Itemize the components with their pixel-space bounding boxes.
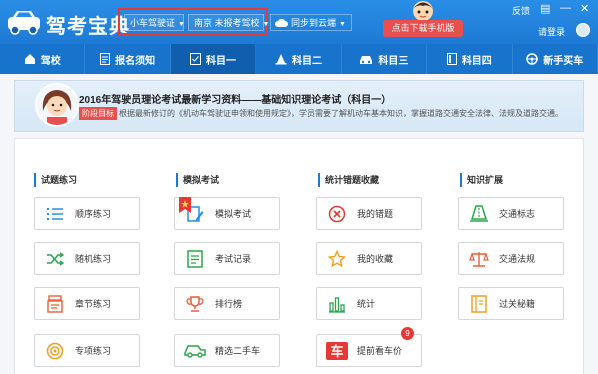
banner-title: 2016年驾驶员理论考试最新学习资料——基础知识理论考试（科目一） — [79, 95, 392, 106]
button-label: 专项练习 — [75, 346, 112, 356]
nav-label: 驾校 — [40, 55, 61, 67]
bookmark-star-icon — [179, 197, 191, 213]
home-icon — [24, 54, 35, 64]
used-car-button[interactable]: 精选二手车 — [174, 334, 280, 367]
button-label: 我的收藏 — [357, 254, 394, 264]
instructor-avatar — [35, 83, 79, 127]
mock-exam-button[interactable]: 模拟考试 — [174, 197, 280, 230]
sequential-practice-button[interactable]: 顺序练习 — [34, 197, 140, 230]
exam-record-button[interactable]: 考试记录 — [174, 242, 280, 275]
sync-cloud-button[interactable]: 同步到云端 ▼ — [270, 14, 352, 31]
nav-label: 科目二 — [291, 55, 322, 67]
section-title-mock-exam: 模拟考试 — [176, 173, 219, 187]
button-label: 排行榜 — [215, 299, 243, 309]
nav-item-subject-three[interactable]: 科目三 — [342, 44, 428, 74]
button-label: 过关秘籍 — [499, 299, 536, 309]
sync-label: 同步到云端 — [291, 18, 337, 28]
button-label: 章节练习 — [75, 299, 112, 309]
cloud-icon — [275, 18, 288, 27]
login-link[interactable]: 请登录 — [538, 25, 565, 38]
cone-icon — [275, 54, 287, 65]
nav-item-subject-four[interactable]: 科目四 — [427, 44, 513, 74]
chevron-down-icon: ▼ — [339, 21, 346, 28]
bar-chart-icon — [329, 296, 345, 313]
location-dropdown[interactable]: 南京 未报考驾校 ▼ — [188, 14, 269, 31]
document-icon — [100, 53, 111, 65]
app-logo-icon — [8, 11, 40, 35]
car-price-icon: 车 — [326, 341, 348, 360]
car-icon — [360, 55, 373, 64]
nav-label: 新手买车 — [543, 55, 584, 67]
chapter-practice-button[interactable]: 章节练习 — [34, 287, 140, 320]
section-title-stats: 统计错题收藏 — [318, 173, 379, 187]
button-label: 顺序练习 — [75, 209, 112, 219]
instructor-avatar-icon — [37, 85, 77, 125]
used-car-icon — [184, 344, 206, 358]
chevron-down-icon: ▼ — [178, 21, 185, 28]
checklist-icon — [190, 53, 202, 65]
button-label: 提前看车价 — [357, 346, 403, 356]
random-practice-button[interactable]: 随机练习 — [34, 242, 140, 275]
section-title-knowledge: 知识扩展 — [460, 173, 503, 187]
menu-icon[interactable]: ▤ — [540, 2, 550, 15]
nav-label: 报名须知 — [115, 55, 156, 67]
traffic-signs-button[interactable]: 交通标志 — [458, 197, 564, 230]
user-avatar-icon[interactable] — [576, 23, 590, 37]
nav-item-registration[interactable]: 报名须知 — [85, 44, 171, 74]
main-nav: 驾校 报名须知 科目一 科目二 科目三 科目四 新手买车 — [0, 44, 598, 74]
stage-goal-badge: 阶段目标 — [79, 107, 117, 120]
button-label: 交通法规 — [499, 254, 536, 264]
download-mobile-button[interactable]: 点击下载手机版 — [383, 20, 463, 37]
traffic-sign-icon — [470, 204, 488, 222]
target-icon — [46, 342, 64, 359]
feedback-link[interactable]: 反馈 — [512, 4, 530, 17]
location-label: 南京 未报考驾校 — [194, 18, 260, 28]
button-label: 交通标志 — [499, 209, 536, 219]
banner-description: 根据最新修订的《机动车驾驶证申领和使用规定》，学员需要了解机动车基本知识，掌握道… — [119, 109, 563, 118]
nav-item-driving-school[interactable]: 驾校 — [0, 44, 86, 74]
svg-text:车: 车 — [330, 344, 343, 360]
list-icon — [47, 207, 63, 220]
my-wrong-questions-button[interactable]: 我的错题 — [316, 197, 422, 230]
record-icon — [187, 249, 203, 268]
minimize-icon[interactable]: — — [560, 2, 571, 14]
law-scale-icon — [469, 251, 489, 267]
button-label: 考试记录 — [215, 254, 252, 264]
nav-item-subject-one[interactable]: 科目一 — [170, 44, 257, 74]
nav-label: 科目三 — [378, 55, 409, 67]
pass-secrets-button[interactable]: 过关秘籍 — [458, 287, 564, 320]
license-type-dropdown[interactable]: 小车驾驶证 ▼ — [124, 14, 185, 31]
wrong-icon — [328, 205, 346, 222]
traffic-law-button[interactable]: 交通法规 — [458, 242, 564, 275]
secret-book-icon — [471, 294, 487, 313]
car-price-badge: 9 — [401, 327, 414, 340]
close-icon[interactable]: ✕ — [580, 2, 589, 15]
license-type-label: 小车驾驶证 — [130, 18, 176, 28]
nav-item-new-car[interactable]: 新手买车 — [513, 44, 598, 74]
ranking-button[interactable]: 排行榜 — [174, 287, 280, 320]
statistics-button[interactable]: 统计 — [316, 287, 422, 320]
button-label: 我的错题 — [357, 209, 394, 219]
nav-label: 科目一 — [206, 55, 237, 67]
star-icon — [328, 249, 346, 267]
shuffle-icon — [47, 251, 64, 266]
steering-wheel-icon — [526, 53, 538, 65]
my-favorites-button[interactable]: 我的收藏 — [316, 242, 422, 275]
trophy-icon — [186, 295, 204, 312]
button-label: 模拟考试 — [215, 209, 252, 219]
book-icon — [446, 53, 457, 65]
special-practice-button[interactable]: 专项练习 — [34, 334, 140, 367]
button-label: 统计 — [357, 299, 376, 309]
info-banner: 2016年驾驶员理论考试最新学习资料——基础知识理论考试（科目一） 阶段目标 根… — [14, 80, 584, 132]
section-title-practice: 试题练习 — [34, 173, 77, 187]
nav-item-subject-two[interactable]: 科目二 — [256, 44, 342, 74]
button-label: 随机练习 — [75, 254, 112, 264]
button-label: 精选二手车 — [215, 346, 261, 356]
chapter-icon — [47, 294, 63, 313]
chevron-down-icon: ▼ — [262, 21, 270, 28]
nav-label: 科目四 — [461, 55, 492, 67]
